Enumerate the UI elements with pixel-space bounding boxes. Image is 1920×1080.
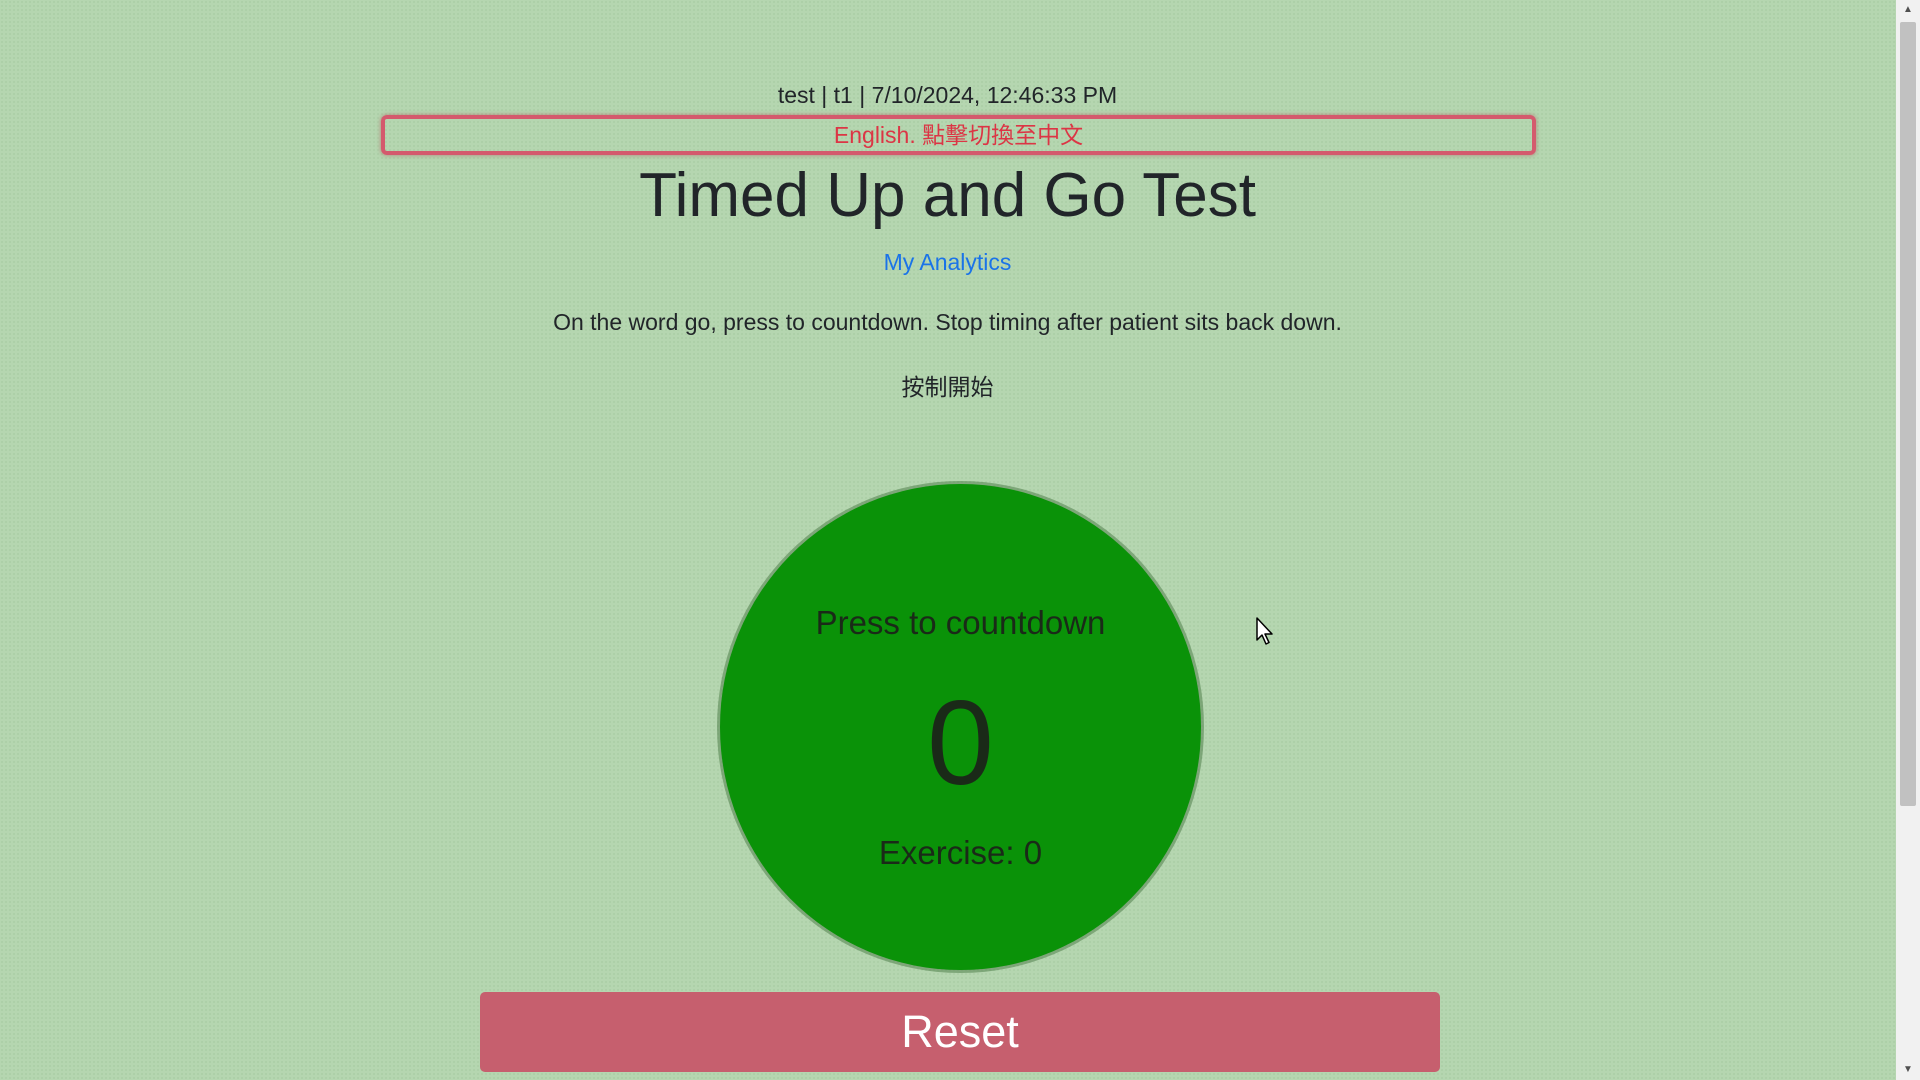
- reset-button[interactable]: Reset: [480, 992, 1440, 1072]
- scrollbar-thumb[interactable]: [1900, 22, 1916, 806]
- language-toggle-button[interactable]: English. 點擊切換至中文: [381, 115, 1536, 155]
- countdown-timer-button[interactable]: Press to countdown 0 Exercise: 0: [720, 484, 1201, 970]
- scroll-down-arrow-icon[interactable]: ▼: [1896, 1060, 1920, 1080]
- instructions-text: On the word go, press to countdown. Stop…: [553, 309, 1342, 335]
- vertical-scrollbar[interactable]: ▲ ▼: [1896, 0, 1920, 1080]
- page-title: Timed Up and Go Test: [639, 161, 1256, 230]
- timer-value: 0: [927, 676, 994, 810]
- user-session-info: test | t1 | 7/10/2024, 12:46:33 PM: [777, 82, 1118, 108]
- page: test | t1 | 7/10/2024, 12:46:33 PM Engli…: [0, 0, 1920, 1080]
- exercise-count: Exercise: 0: [878, 834, 1043, 871]
- timer-label: Press to countdown: [815, 604, 1106, 641]
- instructions-text-zh: 按制開始: [901, 374, 994, 400]
- mouse-pointer-icon: [1256, 617, 1273, 645]
- main-content: test | t1 | 7/10/2024, 12:46:33 PM Engli…: [0, 0, 1895, 1080]
- scroll-up-arrow-icon[interactable]: ▲: [1896, 0, 1920, 20]
- my-analytics-link[interactable]: My Analytics: [0, 249, 1895, 276]
